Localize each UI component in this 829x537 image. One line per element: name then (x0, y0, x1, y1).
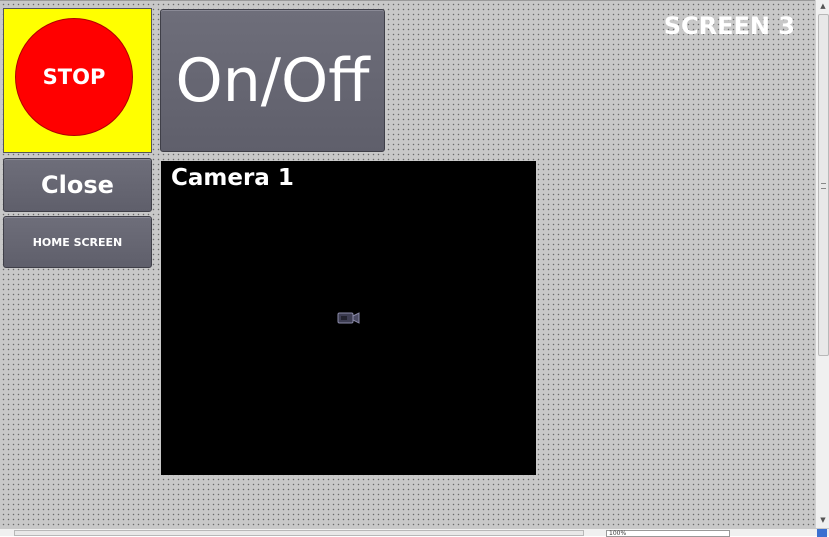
home-screen-button[interactable]: HOME SCREEN (3, 216, 152, 268)
video-camera-icon (337, 312, 360, 324)
scroll-down-icon[interactable]: ▼ (818, 515, 828, 525)
screen-title: SCREEN 3 (663, 12, 795, 40)
grip-icon (821, 183, 826, 189)
horizontal-scrollbar[interactable]: 100% (0, 528, 829, 537)
camera-label: Camera 1 (171, 165, 294, 191)
on-off-button[interactable]: On/Off (160, 9, 385, 152)
stop-button[interactable]: STOP (15, 18, 133, 136)
close-button[interactable]: Close (3, 158, 152, 212)
camera-view[interactable]: Camera 1 (161, 161, 536, 475)
vertical-scrollbar[interactable]: ▲ ▼ (815, 0, 829, 528)
scroll-up-icon[interactable]: ▲ (818, 1, 828, 11)
vertical-scroll-thumb[interactable] (818, 14, 829, 356)
screen-canvas: STOP On/Off Close HOME SCREEN SCREEN 3 C… (0, 0, 815, 529)
horizontal-scroll-thumb[interactable] (14, 530, 584, 536)
stop-button-frame: STOP (3, 8, 152, 153)
